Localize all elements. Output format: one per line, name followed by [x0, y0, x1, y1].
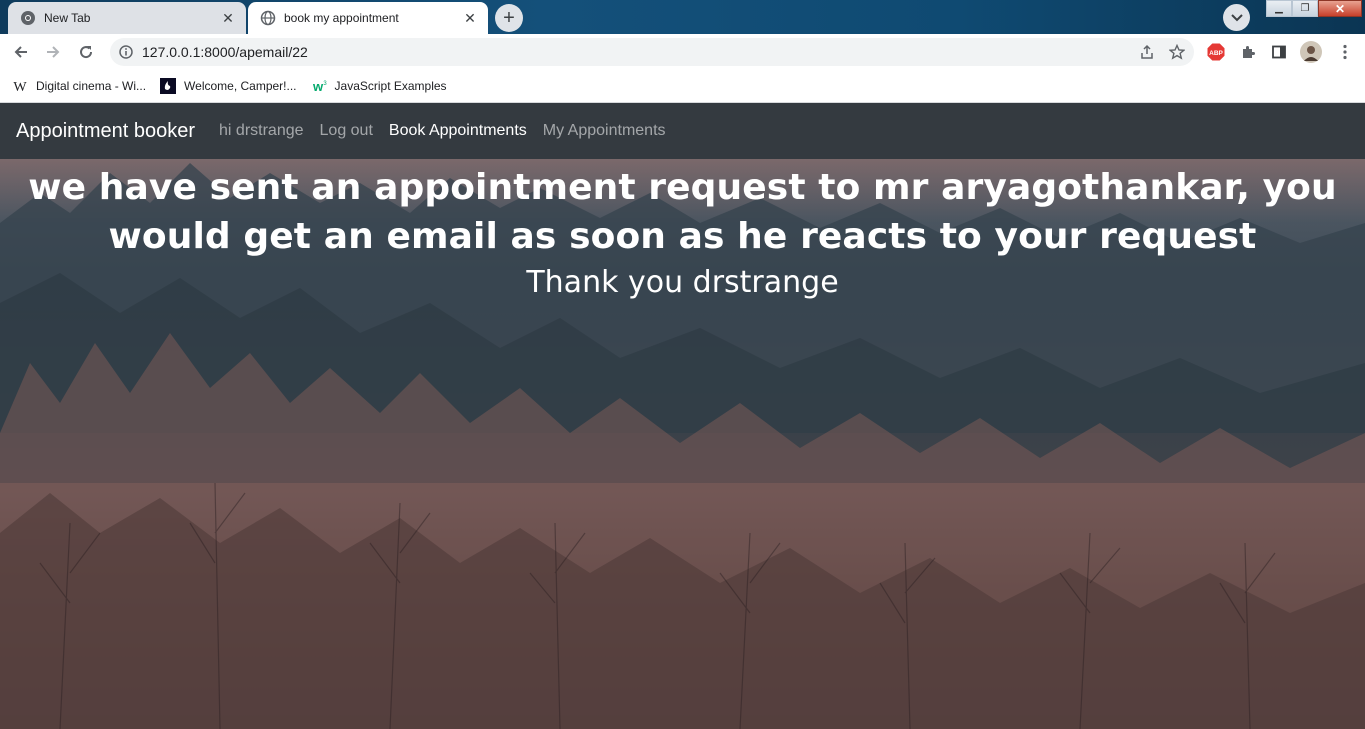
nav-link-greeting[interactable]: hi drstrange — [219, 122, 304, 140]
bookmarks-bar: W Digital cinema - Wi... Welcome, Camper… — [0, 70, 1365, 103]
info-icon[interactable] — [118, 44, 134, 60]
nav-link-book-appointments[interactable]: Book Appointments — [389, 122, 527, 140]
profile-avatar[interactable] — [1299, 40, 1323, 64]
nav-link-logout[interactable]: Log out — [320, 122, 373, 140]
tab-title: New Tab — [44, 11, 91, 25]
page-viewport: Appointment booker hi drstrange Log out … — [0, 103, 1365, 729]
navbar-brand[interactable]: Appointment booker — [16, 120, 195, 143]
address-bar[interactable]: 127.0.0.1:8000/apemail/22 — [110, 38, 1194, 66]
browser-tab-strip: New Tab ✕ book my appointment ✕ + ▁ ❐ ✕ — [0, 0, 1365, 34]
minimize-button[interactable]: ▁ — [1266, 0, 1292, 17]
url-text[interactable]: 127.0.0.1:8000/apemail/22 — [142, 44, 1134, 60]
forward-button[interactable] — [40, 39, 66, 65]
close-icon[interactable]: ✕ — [462, 10, 478, 26]
bookmark-welcome-camper[interactable]: Welcome, Camper!... — [160, 78, 297, 94]
reload-button[interactable] — [73, 39, 99, 65]
w3schools-icon: w3 — [311, 78, 327, 94]
svg-text:ABP: ABP — [1209, 50, 1223, 57]
svg-text:w: w — [311, 79, 323, 94]
confirmation-message: we have sent an appointment request to m… — [0, 163, 1365, 303]
chrome-icon — [20, 10, 36, 26]
adblock-plus-icon[interactable]: ABP — [1204, 40, 1228, 64]
back-arrow-icon — [14, 46, 27, 58]
globe-icon — [260, 10, 276, 26]
bookmark-label: Digital cinema - Wi... — [36, 79, 147, 93]
window-controls: ▁ ❐ ✕ — [1266, 0, 1362, 17]
back-button[interactable] — [8, 39, 34, 65]
star-bookmark-icon[interactable] — [1164, 39, 1190, 65]
svg-text:3: 3 — [323, 81, 327, 87]
browser-toolbar: 127.0.0.1:8000/apemail/22 ABP — [0, 34, 1365, 70]
app-navbar: Appointment booker hi drstrange Log out … — [0, 103, 1365, 159]
more-menu-icon[interactable] — [1333, 40, 1357, 64]
reload-icon — [80, 46, 93, 59]
wikipedia-icon: W — [12, 78, 28, 94]
new-tab-button[interactable]: + — [495, 4, 523, 32]
window-close-button[interactable]: ✕ — [1318, 0, 1362, 17]
bookmark-label: JavaScript Examples — [334, 79, 447, 93]
bookmark-javascript-examples[interactable]: w3 JavaScript Examples — [311, 78, 447, 94]
tab-new-tab[interactable]: New Tab ✕ — [8, 2, 246, 34]
nav-link-my-appointments[interactable]: My Appointments — [543, 122, 666, 140]
svg-text:W: W — [13, 80, 27, 94]
forward-arrow-icon — [47, 46, 60, 58]
close-icon[interactable]: ✕ — [220, 10, 236, 26]
bookmark-digital-cinema[interactable]: W Digital cinema - Wi... — [12, 78, 146, 94]
tab-book-my-appointment[interactable]: book my appointment ✕ — [248, 2, 488, 34]
freecodecamp-icon — [160, 78, 177, 94]
chevron-down-icon — [1230, 13, 1243, 21]
tab-title: book my appointment — [284, 11, 399, 25]
thank-you-text: Thank you drstrange — [526, 265, 839, 300]
bookmark-label: Welcome, Camper!... — [184, 79, 297, 93]
tab-search-button[interactable] — [1223, 4, 1250, 31]
maximize-button[interactable]: ❐ — [1292, 0, 1318, 17]
side-panel-icon[interactable] — [1267, 40, 1291, 64]
confirmation-heading: we have sent an appointment request to m… — [28, 167, 1337, 257]
share-icon[interactable] — [1134, 39, 1160, 65]
puzzle-extensions-icon[interactable] — [1236, 40, 1260, 64]
